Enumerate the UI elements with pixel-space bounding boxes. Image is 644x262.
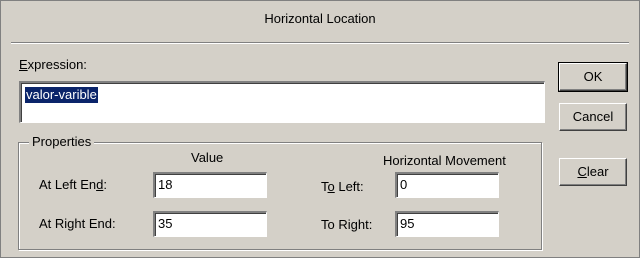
to-right-value: 95 (400, 216, 415, 231)
dialog-title: Horizontal Location (264, 11, 376, 26)
at-right-end-label-post: ht End: (74, 216, 116, 231)
to-left-label-mnemonic: o (327, 179, 335, 194)
at-right-end-label-pre: At Ri (39, 216, 68, 231)
expression-value: valor-varible (25, 87, 98, 103)
at-left-end-label-post: : (103, 177, 107, 192)
to-left-value: 0 (400, 177, 408, 192)
to-right-label-post: ht: (357, 217, 373, 232)
at-left-end-label: At Left End: (39, 177, 107, 192)
to-left-label-post: Left: (334, 179, 364, 194)
properties-legend: Properties (29, 134, 95, 149)
ok-button[interactable]: OK (558, 62, 628, 92)
to-right-label-pre: To Ri (321, 217, 351, 232)
expression-label: Expression: (19, 57, 87, 72)
clear-button[interactable]: Clear (559, 158, 627, 186)
horizontal-movement-header: Horizontal Movement (383, 153, 506, 168)
at-left-end-label-pre: At Left En (39, 177, 97, 192)
clear-button-mnemonic: C (577, 164, 587, 179)
at-left-end-value: 18 (158, 177, 173, 192)
expression-input[interactable]: valor-varible (19, 81, 545, 123)
at-left-end-field[interactable]: 18 (153, 172, 267, 198)
at-right-end-label: At Right End: (39, 216, 116, 231)
value-column-header: Value (191, 150, 224, 165)
to-right-label-mnemonic: g (350, 217, 358, 232)
to-right-label: To Right: (321, 217, 372, 232)
clear-button-text: lear (586, 164, 609, 179)
at-right-end-field[interactable]: 35 (153, 211, 267, 237)
at-right-end-value: 35 (158, 216, 173, 231)
to-right-field[interactable]: 95 (395, 211, 499, 237)
to-left-field[interactable]: 0 (395, 172, 499, 198)
to-left-label: To Left: (321, 179, 364, 194)
expression-label-mnemonic: E (19, 57, 28, 72)
cancel-button[interactable]: Cancel (559, 103, 627, 131)
title-divider (11, 42, 629, 44)
horizontal-location-dialog: Horizontal Location Expression: valor-va… (0, 0, 640, 258)
expression-label-text: xpression: (27, 57, 87, 72)
